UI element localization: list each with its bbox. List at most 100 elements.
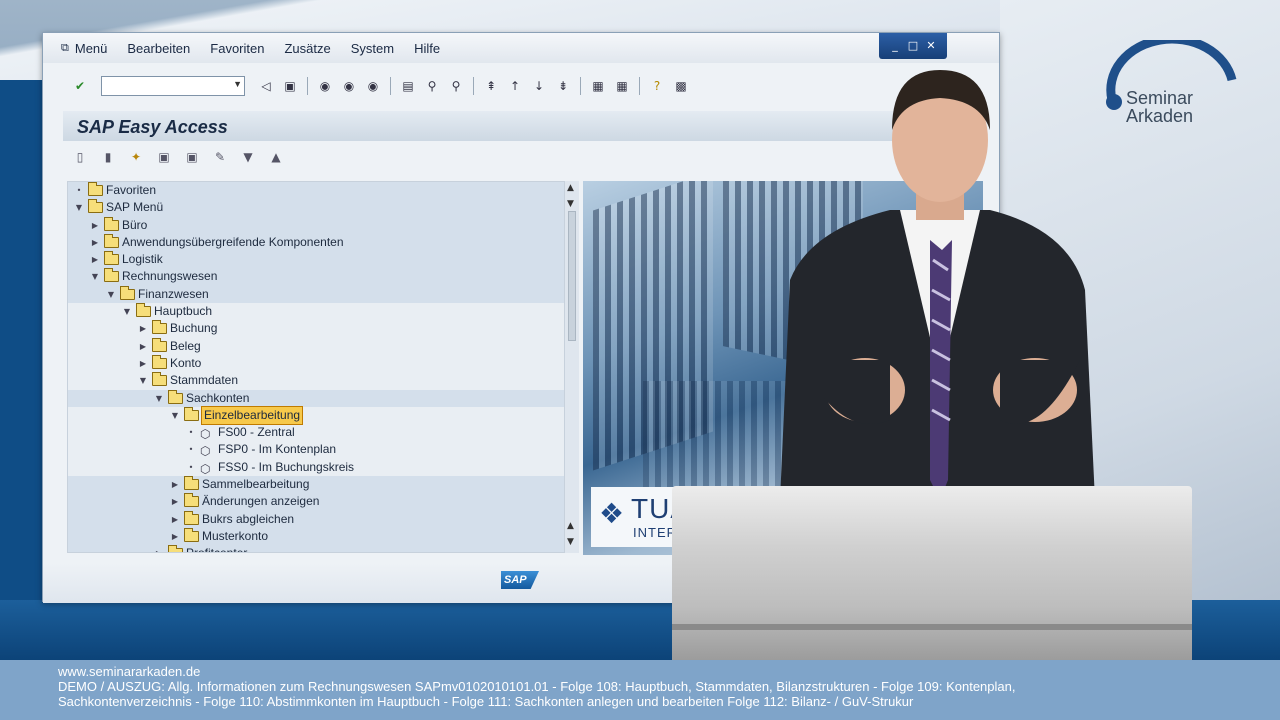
print-icon[interactable]: ▤ bbox=[399, 77, 417, 95]
expand-icon[interactable]: ▶ bbox=[170, 493, 180, 510]
expand-icon[interactable]: ▶ bbox=[170, 528, 180, 545]
tree-node-label[interactable]: Büro bbox=[122, 217, 147, 234]
exit-icon[interactable]: ◉ bbox=[340, 77, 358, 95]
back-icon[interactable]: ◁ bbox=[257, 77, 275, 95]
tree-node-label[interactable]: Anwendungsübergreifende Komponenten bbox=[122, 234, 344, 251]
move-down-icon[interactable]: ▼ bbox=[239, 148, 257, 166]
tree-node-label[interactable]: FS00 - Zentral bbox=[218, 424, 295, 441]
tree-node-label[interactable]: Einzelbearbeitung bbox=[200, 405, 304, 425]
scroll-thumb[interactable] bbox=[568, 211, 576, 341]
tree-node[interactable]: ▼ Hauptbuch bbox=[68, 303, 564, 320]
layout-icon[interactable]: ▩ bbox=[672, 77, 690, 95]
expand-icon[interactable]: ▶ bbox=[90, 234, 100, 251]
collapse-icon[interactable]: ▼ bbox=[154, 390, 164, 407]
tree-node[interactable]: ▶ Anwendungsübergreifende Komponenten bbox=[68, 233, 564, 252]
find-icon[interactable]: ⚲ bbox=[423, 77, 441, 95]
maximize-button[interactable]: □ bbox=[905, 39, 921, 53]
delete-favorite-icon[interactable]: ▣ bbox=[183, 148, 201, 166]
tree-node[interactable]: ▶ Bukrs abgleichen bbox=[68, 510, 564, 528]
minimize-button[interactable]: _ bbox=[887, 39, 903, 53]
tree-node-label[interactable]: Sammelbearbeitung bbox=[202, 476, 309, 493]
tree-node[interactable]: ▼ Einzelbearbeitung bbox=[68, 405, 564, 425]
tree-node[interactable]: ▼ Finanzwesen bbox=[68, 285, 564, 304]
expand-icon[interactable]: ▶ bbox=[90, 217, 100, 234]
tree-node-label[interactable]: SAP Menü bbox=[106, 199, 163, 216]
tree-node[interactable]: ▶ Profitcenter bbox=[68, 545, 564, 552]
user-menu-icon[interactable]: ▮ bbox=[99, 148, 117, 166]
first-page-icon[interactable]: ⇞ bbox=[482, 77, 500, 95]
tree-node-label[interactable]: Beleg bbox=[170, 338, 201, 355]
save-icon[interactable]: ▣ bbox=[281, 77, 299, 95]
tree-node[interactable]: ▼ Sachkonten bbox=[68, 389, 564, 407]
expand-icon[interactable]: ▶ bbox=[170, 511, 180, 528]
tree-node-label[interactable]: FSS0 - Im Buchungskreis bbox=[218, 459, 354, 476]
close-button[interactable]: ✕ bbox=[923, 39, 939, 53]
tree-node[interactable]: ▼ Rechnungswesen bbox=[68, 268, 564, 286]
add-favorite-icon[interactable]: ▣ bbox=[155, 148, 173, 166]
collapse-icon[interactable]: ▼ bbox=[138, 372, 148, 389]
tree-node[interactable]: ▶ Musterkonto bbox=[68, 527, 564, 546]
scroll-up-icon[interactable]: ▲ bbox=[567, 183, 574, 193]
bullet-icon[interactable]: • bbox=[74, 182, 84, 199]
expand-icon[interactable]: ▶ bbox=[90, 251, 100, 268]
scroll-down-icon[interactable]: ▼ bbox=[567, 199, 574, 209]
tree-node[interactable]: • Favoriten bbox=[68, 182, 564, 200]
tree-node-label[interactable]: Hauptbuch bbox=[154, 303, 212, 320]
menu-item-bearbeiten[interactable]: Bearbeiten bbox=[127, 41, 190, 56]
tree-node[interactable]: ▶ Konto bbox=[68, 354, 564, 372]
chevron-down-icon[interactable]: ▼ bbox=[233, 79, 242, 89]
tree-node-label[interactable]: Musterkonto bbox=[202, 528, 268, 545]
tree-node[interactable]: ▶ Logistik bbox=[68, 251, 564, 269]
expand-icon[interactable]: ▶ bbox=[138, 338, 148, 355]
tree-node-label[interactable]: Änderungen anzeigen bbox=[202, 493, 319, 510]
tree-node-label[interactable]: Rechnungswesen bbox=[122, 268, 217, 285]
other-menu-icon[interactable]: ▯ bbox=[71, 148, 89, 166]
collapse-icon[interactable]: ▼ bbox=[74, 199, 84, 216]
next-page-icon[interactable]: ↓ bbox=[530, 77, 548, 95]
expand-icon[interactable]: ▶ bbox=[138, 320, 148, 337]
tree-node-label[interactable]: Sachkonten bbox=[186, 390, 249, 407]
tree-node-label[interactable]: Favoriten bbox=[106, 182, 156, 199]
bullet-icon[interactable]: • bbox=[186, 459, 196, 476]
scroll-up-bottom-icon[interactable]: ▲ bbox=[567, 521, 574, 531]
collapse-icon[interactable]: ▼ bbox=[90, 268, 100, 285]
help-icon[interactable]: ? bbox=[648, 77, 666, 95]
expand-icon[interactable]: ▶ bbox=[154, 545, 164, 552]
back-nav-icon[interactable]: ◉ bbox=[316, 77, 334, 95]
collapse-icon[interactable]: ▼ bbox=[122, 303, 132, 320]
new-session-icon[interactable]: ▦ bbox=[589, 77, 607, 95]
tree-node-label[interactable]: FSP0 - Im Kontenplan bbox=[218, 441, 336, 458]
tree-node-label[interactable]: Finanzwesen bbox=[138, 286, 209, 303]
tree-node[interactable]: ▼ SAP Menü bbox=[68, 199, 564, 217]
collapse-icon[interactable]: ▼ bbox=[106, 286, 116, 303]
expand-icon[interactable]: ▶ bbox=[170, 476, 180, 493]
tree-node[interactable]: • ⬡ FSP0 - Im Kontenplan bbox=[68, 441, 564, 458]
menu-item-zusaetze[interactable]: Zusätze bbox=[284, 41, 330, 56]
bullet-icon[interactable]: • bbox=[186, 424, 196, 441]
cancel-icon[interactable]: ◉ bbox=[364, 77, 382, 95]
move-up-icon[interactable]: ▲ bbox=[267, 148, 285, 166]
collapse-icon[interactable]: ▼ bbox=[170, 407, 180, 424]
tree-node[interactable]: ▶ Büro bbox=[68, 216, 564, 234]
tree-node-label[interactable]: Bukrs abgleichen bbox=[202, 511, 294, 528]
tree-node-label[interactable]: Buchung bbox=[170, 320, 217, 337]
last-page-icon[interactable]: ⇟ bbox=[554, 77, 572, 95]
scroll-down-bottom-icon[interactable]: ▼ bbox=[567, 537, 574, 547]
tree-node[interactable]: • ⬡ FSS0 - Im Buchungskreis bbox=[68, 459, 564, 476]
bullet-icon[interactable]: • bbox=[186, 441, 196, 458]
menu-item-hilfe[interactable]: Hilfe bbox=[414, 41, 440, 56]
menu-item-system[interactable]: System bbox=[351, 41, 394, 56]
window-menu-icon[interactable]: ⧉ bbox=[61, 41, 69, 55]
enter-icon[interactable]: ✔ bbox=[71, 77, 89, 95]
tree-node[interactable]: ▼ Stammdaten bbox=[68, 372, 564, 389]
tree-node[interactable]: • ⬡ FS00 - Zentral bbox=[68, 424, 564, 441]
sap-menu-icon[interactable]: ✦ bbox=[127, 148, 145, 166]
tree-node-label[interactable]: Stammdaten bbox=[170, 372, 238, 389]
tree-scrollbar[interactable]: ▲ ▼ ▲ ▼ bbox=[565, 181, 579, 553]
command-field[interactable]: ▼ bbox=[101, 76, 245, 96]
tree-node-label[interactable]: Konto bbox=[170, 355, 201, 372]
find-next-icon[interactable]: ⚲ bbox=[447, 77, 465, 95]
tree-node[interactable]: ▶ Änderungen anzeigen bbox=[68, 493, 564, 511]
menu-item-favoriten[interactable]: Favoriten bbox=[210, 41, 264, 56]
shortcut-icon[interactable]: ▦ bbox=[613, 77, 631, 95]
